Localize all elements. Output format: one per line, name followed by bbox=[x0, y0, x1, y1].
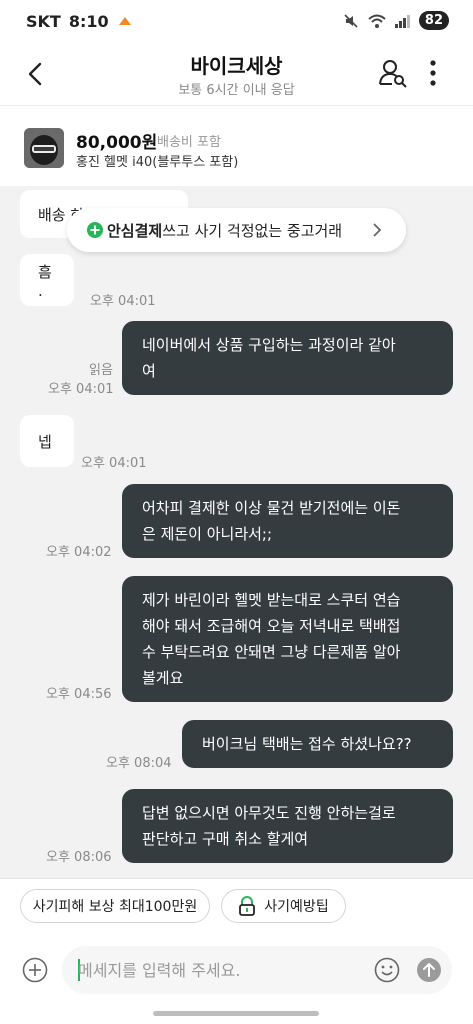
message-time: 오후 04:02 bbox=[46, 545, 112, 560]
notification-icon bbox=[118, 16, 131, 25]
message-text: 수 부탁드려요 안돼면 그냥 다른제품 알아 bbox=[142, 643, 401, 661]
message-text: 볼게요 bbox=[142, 669, 184, 687]
product-name: 홍진 헬멧 i40(블루투스 포함) bbox=[76, 155, 239, 170]
message-outgoing: 네이버에서 상품 구입하는 과정이라 같아 여 bbox=[122, 321, 453, 395]
fraud-tips-chip[interactable]: 사기예방팁 bbox=[221, 889, 346, 923]
message-text: 네이버에서 상품 구입하는 과정이라 같아 bbox=[142, 336, 396, 354]
plus-circle-icon[interactable] bbox=[22, 957, 48, 983]
profile-search-icon[interactable] bbox=[378, 58, 408, 88]
message-time: 오후 04:56 bbox=[46, 687, 112, 702]
shipping-info: 배송비 포함 bbox=[157, 135, 221, 150]
safe-payment-title: 안심결제 bbox=[107, 221, 163, 240]
send-arrow-icon[interactable] bbox=[417, 958, 441, 982]
message-time: 오후 04:01 bbox=[48, 382, 114, 397]
message-text: 은 제돈이 아니라서;; bbox=[142, 525, 273, 543]
status-bar: SKT 8:10 82 bbox=[0, 0, 473, 44]
chevron-right-icon bbox=[373, 223, 382, 237]
signal-icon bbox=[394, 14, 410, 28]
wifi-icon bbox=[368, 14, 386, 28]
fraud-compensation-chip[interactable]: 사기피해 보상 최대100만원 bbox=[20, 889, 210, 923]
message-time: 오후 08:04 bbox=[106, 756, 172, 771]
message-text: 판단하고 구매 취소 할게여 bbox=[142, 830, 309, 848]
message-input-container[interactable] bbox=[62, 946, 452, 994]
message-text: 제가 바린이라 헬멧 받는대로 스쿠터 연습 bbox=[142, 591, 401, 609]
chip-label: 사기예방팁 bbox=[264, 899, 329, 915]
message-incoming: 넵 bbox=[20, 415, 74, 467]
chip-label: 사기피해 보상 최대100만원 bbox=[32, 899, 198, 915]
product-thumbnail[interactable] bbox=[24, 128, 64, 168]
message-input[interactable] bbox=[78, 958, 358, 982]
message-time: 오후 04:01 bbox=[81, 456, 147, 471]
message-text: 해야 돼서 조급해여 오늘 저녁내로 택배접 bbox=[142, 617, 401, 635]
composer bbox=[0, 938, 473, 1024]
message-outgoing: 어차피 결제한 이상 물건 받기전에는 이돈 은 제돈이 아니라서;; bbox=[122, 484, 453, 558]
message-text: 넵 bbox=[38, 432, 52, 451]
message-text: 여 bbox=[142, 362, 156, 380]
message-outgoing: 버이크님 택배는 접수 하셨나요?? bbox=[182, 720, 453, 768]
safe-payment-banner[interactable]: 안심결제 쓰고 사기 걱정없는 중고거래 bbox=[67, 208, 406, 252]
mute-icon bbox=[344, 13, 358, 28]
clock: 8:10 bbox=[68, 12, 109, 31]
message-time: 오후 04:01 bbox=[90, 294, 156, 309]
message-outgoing: 제가 바린이라 헬멧 받는대로 스쿠터 연습 해야 돼서 조급해여 오늘 저녁내… bbox=[122, 576, 453, 702]
message-incoming: 흠 . bbox=[20, 254, 74, 306]
carrier-label: SKT bbox=[26, 12, 61, 31]
home-indicator bbox=[153, 1011, 319, 1016]
chat-header: 바이크세상 보통 6시간 이내 응답 bbox=[0, 44, 473, 106]
safe-payment-desc: 쓰고 사기 걱정없는 중고거래 bbox=[162, 221, 343, 240]
green-plus-shield-icon bbox=[87, 222, 103, 238]
quick-actions: 사기피해 보상 최대100만원 사기예방팁 bbox=[0, 878, 473, 938]
smile-icon[interactable] bbox=[374, 957, 400, 983]
message-outgoing: 답변 없으시면 아무것도 진행 안하는걸로 판단하고 구매 취소 할게여 bbox=[122, 789, 453, 863]
battery-indicator: 82 bbox=[418, 11, 449, 30]
product-summary[interactable]: 80,000원 배송비 포함 홍진 헬멧 i40(블루투스 포함) bbox=[0, 118, 473, 186]
message-text: 어차피 결제한 이상 물건 받기전에는 이돈 bbox=[142, 499, 401, 517]
message-time: 오후 08:06 bbox=[46, 850, 112, 865]
chat-messages[interactable]: 배송 하 안심결제 쓰고 사기 걱정없는 중고거래 흠 . 오후 04:01 네이… bbox=[0, 186, 473, 878]
read-receipt: 읽음 bbox=[89, 363, 113, 378]
message-text: 흠 . bbox=[38, 262, 52, 300]
more-vertical-icon[interactable] bbox=[424, 58, 442, 88]
message-text: 답변 없으시면 아무것도 진행 안하는걸로 bbox=[142, 804, 396, 822]
product-price: 80,000원 bbox=[76, 133, 158, 153]
message-text: 버이크님 택배는 접수 하셨나요?? bbox=[202, 735, 412, 753]
green-lock-icon bbox=[239, 896, 256, 916]
